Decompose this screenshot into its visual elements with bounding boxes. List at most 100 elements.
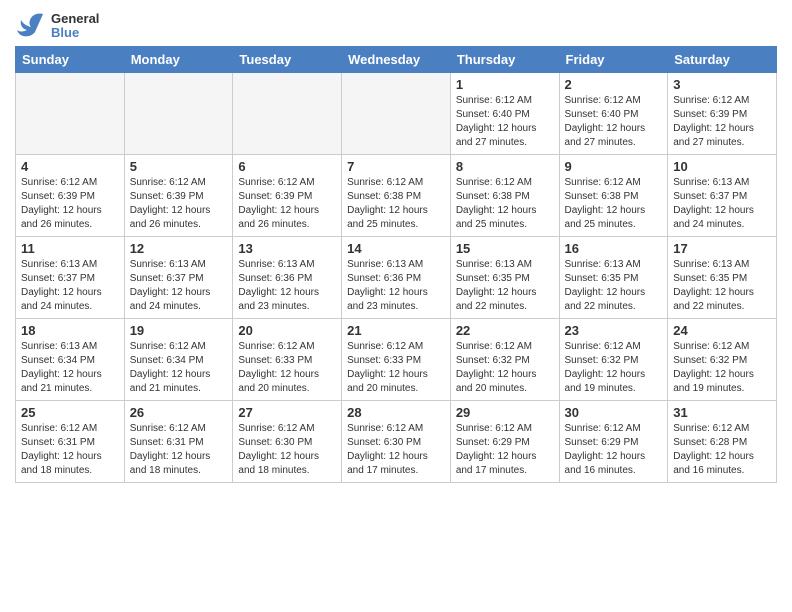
sunset-label: Sunset: 6:40 PM bbox=[565, 109, 639, 120]
sunrise-label: Sunrise: 6:12 AM bbox=[565, 423, 641, 434]
sunrise-label: Sunrise: 6:12 AM bbox=[130, 177, 206, 188]
day-number: 18 bbox=[21, 323, 119, 338]
day-number: 16 bbox=[565, 241, 663, 256]
sunrise-label: Sunrise: 6:13 AM bbox=[673, 259, 749, 270]
sunset-label: Sunset: 6:37 PM bbox=[21, 273, 95, 284]
day-info: Sunrise: 6:12 AM Sunset: 6:38 PM Dayligh… bbox=[347, 176, 445, 232]
sunrise-label: Sunrise: 6:12 AM bbox=[565, 341, 641, 352]
calendar-cell-w3-d2: 13 Sunrise: 6:13 AM Sunset: 6:36 PM Dayl… bbox=[233, 237, 342, 319]
daylight-label: Daylight: 12 hours and 25 minutes. bbox=[456, 205, 537, 230]
calendar-cell-w2-d6: 10 Sunrise: 6:13 AM Sunset: 6:37 PM Dayl… bbox=[668, 155, 777, 237]
calendar-cell-w5-d6: 31 Sunrise: 6:12 AM Sunset: 6:28 PM Dayl… bbox=[668, 401, 777, 483]
sunset-label: Sunset: 6:29 PM bbox=[565, 437, 639, 448]
sunrise-label: Sunrise: 6:12 AM bbox=[347, 341, 423, 352]
week-row-2: 4 Sunrise: 6:12 AM Sunset: 6:39 PM Dayli… bbox=[16, 155, 777, 237]
day-info: Sunrise: 6:12 AM Sunset: 6:40 PM Dayligh… bbox=[565, 94, 663, 150]
day-info: Sunrise: 6:12 AM Sunset: 6:29 PM Dayligh… bbox=[456, 422, 554, 478]
calendar-cell-w3-d6: 17 Sunrise: 6:13 AM Sunset: 6:35 PM Dayl… bbox=[668, 237, 777, 319]
day-number: 7 bbox=[347, 159, 445, 174]
sunrise-label: Sunrise: 6:12 AM bbox=[130, 341, 206, 352]
day-info: Sunrise: 6:12 AM Sunset: 6:30 PM Dayligh… bbox=[238, 422, 336, 478]
calendar-table: SundayMondayTuesdayWednesdayThursdayFrid… bbox=[15, 46, 777, 483]
logo: General Blue bbox=[15, 10, 99, 42]
day-info: Sunrise: 6:12 AM Sunset: 6:39 PM Dayligh… bbox=[673, 94, 771, 150]
day-info: Sunrise: 6:12 AM Sunset: 6:40 PM Dayligh… bbox=[456, 94, 554, 150]
sunset-label: Sunset: 6:37 PM bbox=[673, 191, 747, 202]
week-row-4: 18 Sunrise: 6:13 AM Sunset: 6:34 PM Dayl… bbox=[16, 319, 777, 401]
day-number: 11 bbox=[21, 241, 119, 256]
day-info: Sunrise: 6:12 AM Sunset: 6:33 PM Dayligh… bbox=[238, 340, 336, 396]
calendar-cell-w5-d3: 28 Sunrise: 6:12 AM Sunset: 6:30 PM Dayl… bbox=[342, 401, 451, 483]
daylight-label: Daylight: 12 hours and 22 minutes. bbox=[456, 287, 537, 312]
calendar-cell-w4-d5: 23 Sunrise: 6:12 AM Sunset: 6:32 PM Dayl… bbox=[559, 319, 668, 401]
day-number: 30 bbox=[565, 405, 663, 420]
week-row-3: 11 Sunrise: 6:13 AM Sunset: 6:37 PM Dayl… bbox=[16, 237, 777, 319]
header-friday: Friday bbox=[559, 47, 668, 73]
week-row-5: 25 Sunrise: 6:12 AM Sunset: 6:31 PM Dayl… bbox=[16, 401, 777, 483]
day-number: 6 bbox=[238, 159, 336, 174]
sunset-label: Sunset: 6:33 PM bbox=[238, 355, 312, 366]
day-info: Sunrise: 6:13 AM Sunset: 6:34 PM Dayligh… bbox=[21, 340, 119, 396]
sunset-label: Sunset: 6:35 PM bbox=[565, 273, 639, 284]
day-info: Sunrise: 6:12 AM Sunset: 6:32 PM Dayligh… bbox=[456, 340, 554, 396]
sunrise-label: Sunrise: 6:12 AM bbox=[673, 341, 749, 352]
header-monday: Monday bbox=[124, 47, 233, 73]
day-info: Sunrise: 6:13 AM Sunset: 6:36 PM Dayligh… bbox=[238, 258, 336, 314]
calendar-cell-w1-d4: 1 Sunrise: 6:12 AM Sunset: 6:40 PM Dayli… bbox=[450, 73, 559, 155]
calendar-cell-w4-d0: 18 Sunrise: 6:13 AM Sunset: 6:34 PM Dayl… bbox=[16, 319, 125, 401]
day-info: Sunrise: 6:12 AM Sunset: 6:28 PM Dayligh… bbox=[673, 422, 771, 478]
day-number: 9 bbox=[565, 159, 663, 174]
calendar-cell-w5-d0: 25 Sunrise: 6:12 AM Sunset: 6:31 PM Dayl… bbox=[16, 401, 125, 483]
day-number: 24 bbox=[673, 323, 771, 338]
header-wednesday: Wednesday bbox=[342, 47, 451, 73]
calendar-cell-w5-d5: 30 Sunrise: 6:12 AM Sunset: 6:29 PM Dayl… bbox=[559, 401, 668, 483]
calendar-cell-w1-d3 bbox=[342, 73, 451, 155]
daylight-label: Daylight: 12 hours and 25 minutes. bbox=[565, 205, 646, 230]
day-number: 28 bbox=[347, 405, 445, 420]
day-number: 15 bbox=[456, 241, 554, 256]
sunset-label: Sunset: 6:38 PM bbox=[456, 191, 530, 202]
sunrise-label: Sunrise: 6:12 AM bbox=[21, 423, 97, 434]
page-container: General Blue SundayMondayTuesdayWednesda… bbox=[0, 0, 792, 493]
day-number: 1 bbox=[456, 77, 554, 92]
day-info: Sunrise: 6:12 AM Sunset: 6:29 PM Dayligh… bbox=[565, 422, 663, 478]
sunrise-label: Sunrise: 6:12 AM bbox=[238, 423, 314, 434]
daylight-label: Daylight: 12 hours and 17 minutes. bbox=[456, 451, 537, 476]
sunset-label: Sunset: 6:34 PM bbox=[130, 355, 204, 366]
calendar-cell-w4-d2: 20 Sunrise: 6:12 AM Sunset: 6:33 PM Dayl… bbox=[233, 319, 342, 401]
daylight-label: Daylight: 12 hours and 26 minutes. bbox=[130, 205, 211, 230]
sunrise-label: Sunrise: 6:12 AM bbox=[565, 95, 641, 106]
sunset-label: Sunset: 6:36 PM bbox=[238, 273, 312, 284]
calendar-cell-w4-d1: 19 Sunrise: 6:12 AM Sunset: 6:34 PM Dayl… bbox=[124, 319, 233, 401]
daylight-label: Daylight: 12 hours and 20 minutes. bbox=[456, 369, 537, 394]
day-number: 17 bbox=[673, 241, 771, 256]
week-row-1: 1 Sunrise: 6:12 AM Sunset: 6:40 PM Dayli… bbox=[16, 73, 777, 155]
sunset-label: Sunset: 6:39 PM bbox=[238, 191, 312, 202]
day-number: 31 bbox=[673, 405, 771, 420]
sunrise-label: Sunrise: 6:12 AM bbox=[456, 95, 532, 106]
day-number: 8 bbox=[456, 159, 554, 174]
header-tuesday: Tuesday bbox=[233, 47, 342, 73]
header: General Blue bbox=[15, 10, 777, 42]
sunrise-label: Sunrise: 6:13 AM bbox=[21, 259, 97, 270]
calendar-cell-w2-d2: 6 Sunrise: 6:12 AM Sunset: 6:39 PM Dayli… bbox=[233, 155, 342, 237]
sunrise-label: Sunrise: 6:12 AM bbox=[347, 423, 423, 434]
day-info: Sunrise: 6:12 AM Sunset: 6:39 PM Dayligh… bbox=[130, 176, 228, 232]
day-info: Sunrise: 6:12 AM Sunset: 6:38 PM Dayligh… bbox=[456, 176, 554, 232]
sunrise-label: Sunrise: 6:12 AM bbox=[238, 341, 314, 352]
sunset-label: Sunset: 6:32 PM bbox=[456, 355, 530, 366]
day-info: Sunrise: 6:12 AM Sunset: 6:31 PM Dayligh… bbox=[130, 422, 228, 478]
sunset-label: Sunset: 6:33 PM bbox=[347, 355, 421, 366]
daylight-label: Daylight: 12 hours and 18 minutes. bbox=[21, 451, 102, 476]
day-number: 20 bbox=[238, 323, 336, 338]
daylight-label: Daylight: 12 hours and 16 minutes. bbox=[673, 451, 754, 476]
calendar-cell-w3-d1: 12 Sunrise: 6:13 AM Sunset: 6:37 PM Dayl… bbox=[124, 237, 233, 319]
daylight-label: Daylight: 12 hours and 22 minutes. bbox=[565, 287, 646, 312]
sunset-label: Sunset: 6:34 PM bbox=[21, 355, 95, 366]
daylight-label: Daylight: 12 hours and 19 minutes. bbox=[673, 369, 754, 394]
day-info: Sunrise: 6:12 AM Sunset: 6:30 PM Dayligh… bbox=[347, 422, 445, 478]
daylight-label: Daylight: 12 hours and 19 minutes. bbox=[565, 369, 646, 394]
day-info: Sunrise: 6:12 AM Sunset: 6:31 PM Dayligh… bbox=[21, 422, 119, 478]
sunrise-label: Sunrise: 6:13 AM bbox=[130, 259, 206, 270]
day-number: 29 bbox=[456, 405, 554, 420]
